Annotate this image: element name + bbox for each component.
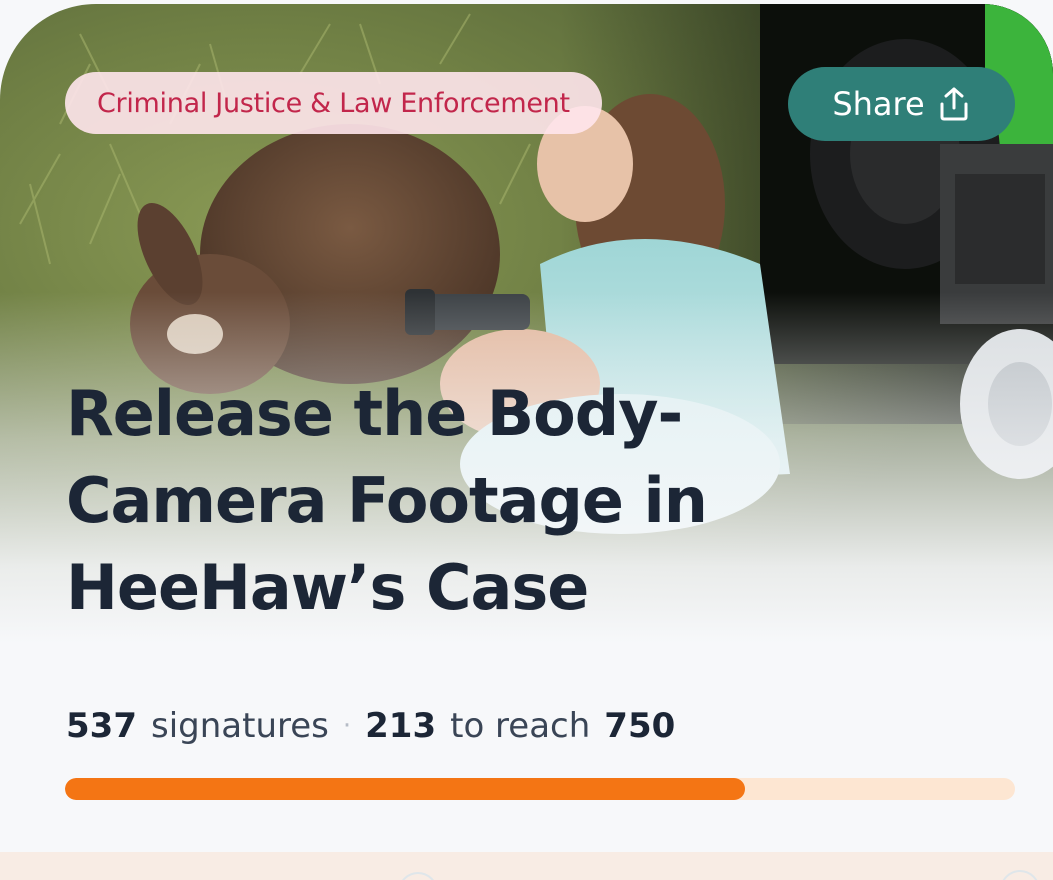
- bottom-panel: [0, 852, 1053, 880]
- category-label: Criminal Justice & Law Enforcement: [97, 87, 570, 119]
- petition-title: Release the Body-Camera Footage in HeeHa…: [66, 377, 708, 624]
- signature-progress-bar: [65, 778, 1015, 800]
- signature-count: 537: [66, 706, 137, 746]
- remaining-label: to reach: [450, 706, 591, 746]
- share-label: Share: [832, 85, 925, 123]
- signature-label: signatures: [150, 706, 329, 746]
- petition-screen: Criminal Justice & Law Enforcement Share…: [0, 0, 1053, 880]
- signature-stats: 537 signatures · 213 to reach 750: [66, 702, 675, 750]
- remaining-count: 213: [365, 706, 437, 746]
- avatar: [398, 872, 438, 880]
- goal-count: 750: [604, 706, 676, 746]
- category-chip[interactable]: Criminal Justice & Law Enforcement: [65, 72, 602, 134]
- share-upload-icon: [937, 86, 971, 122]
- signature-progress-fill: [65, 778, 746, 800]
- share-button[interactable]: Share: [788, 67, 1015, 141]
- avatar: [1000, 870, 1040, 880]
- stats-separator: ·: [342, 711, 352, 741]
